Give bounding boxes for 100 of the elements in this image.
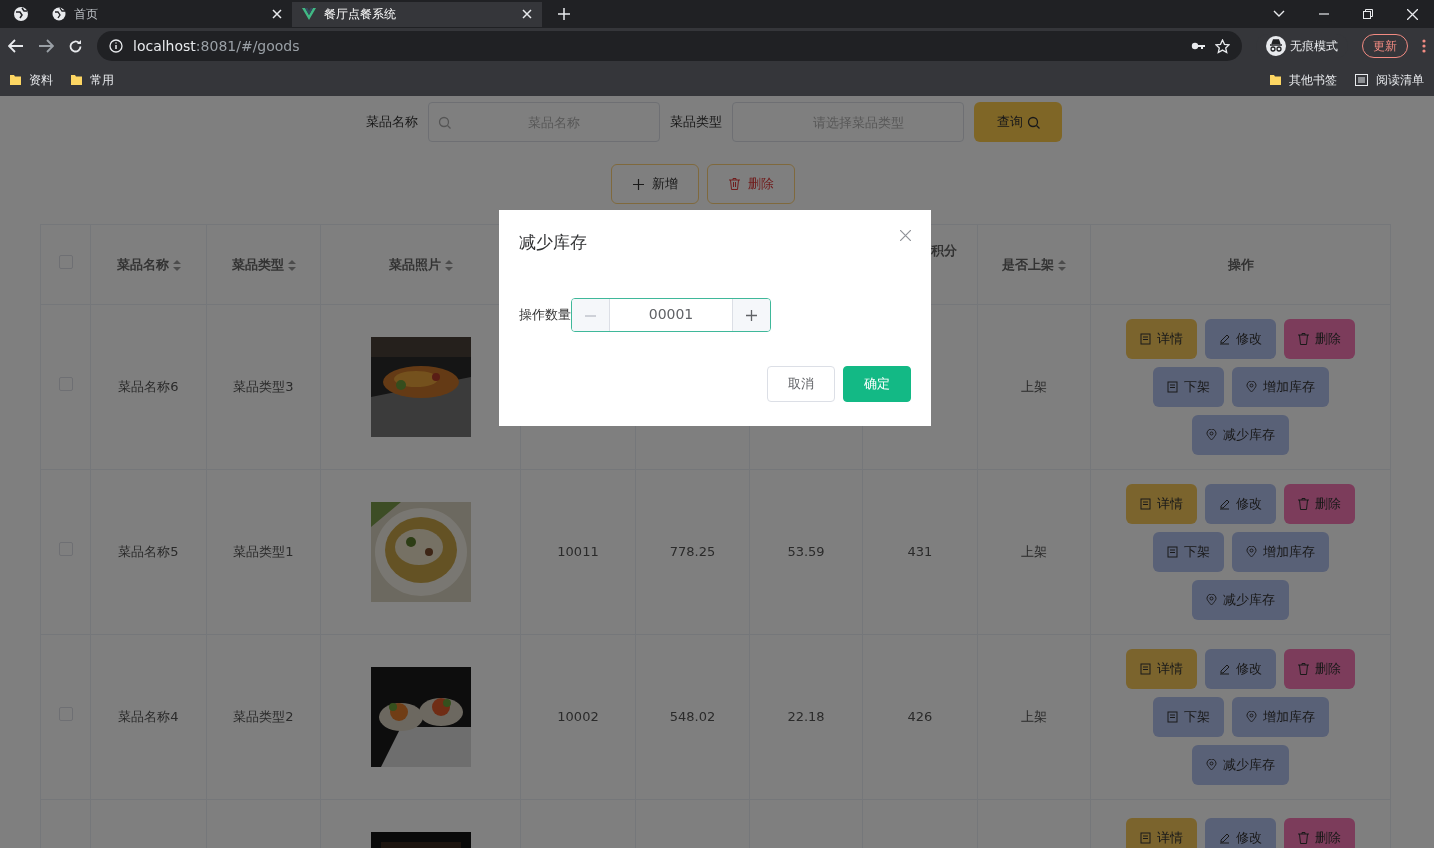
detail-button[interactable]: 详情 xyxy=(1126,319,1197,359)
document-icon xyxy=(1166,711,1178,723)
forward-icon[interactable] xyxy=(38,39,54,53)
search-icon xyxy=(438,116,451,129)
info-icon xyxy=(109,39,123,53)
table-cell: 菜品名称6 xyxy=(118,379,179,395)
table-cell: 10011 xyxy=(557,544,599,560)
pencil-icon xyxy=(1219,663,1230,675)
confirm-button[interactable]: 确定 xyxy=(843,365,911,402)
table-cell: 53.59 xyxy=(787,544,825,560)
bookmark[interactable]: 常用 xyxy=(71,71,114,89)
search-icon xyxy=(1026,115,1040,129)
pin-icon xyxy=(1206,594,1217,606)
column-header[interactable]: 菜品类型 xyxy=(231,256,284,272)
unlist-button[interactable]: 下架 xyxy=(1152,532,1224,572)
pencil-icon xyxy=(1219,333,1230,345)
globe-icon xyxy=(13,6,29,22)
more-menu-icon[interactable] xyxy=(1422,39,1426,53)
add-stock-button[interactable]: 增加库存 xyxy=(1231,697,1329,737)
update-button[interactable]: 更新 xyxy=(1362,34,1408,58)
unlist-button[interactable]: 下架 xyxy=(1152,367,1224,407)
table-cell: 菜品名称4 xyxy=(118,709,179,725)
bookmark[interactable]: 阅读清单 xyxy=(1355,71,1424,89)
pin-icon xyxy=(1245,381,1257,393)
delete-button[interactable]: 删除 xyxy=(1284,484,1355,524)
minus-icon xyxy=(585,314,596,317)
table-cell: 菜品类型1 xyxy=(233,544,294,560)
query-button[interactable]: 查询 xyxy=(974,102,1062,142)
trash-icon xyxy=(728,178,740,190)
pin-icon xyxy=(1245,711,1257,723)
pin-icon xyxy=(1206,429,1217,441)
star-icon[interactable] xyxy=(1215,38,1230,54)
column-header: 积分 xyxy=(931,243,957,258)
browser-tab[interactable]: 餐厅点餐系统 xyxy=(292,1,542,27)
delete-button[interactable]: 删除 xyxy=(1284,818,1355,848)
address-bar[interactable]: localhost:8081/#/goods xyxy=(97,31,1242,61)
field-label: 菜品类型 xyxy=(670,113,722,132)
detail-button[interactable]: 详情 xyxy=(1126,818,1197,848)
document-icon xyxy=(1166,546,1178,558)
edit-button[interactable]: 修改 xyxy=(1205,319,1276,359)
number-stepper[interactable]: 00001 xyxy=(571,297,771,332)
pin-icon xyxy=(1206,759,1217,771)
add-button[interactable]: 新增 xyxy=(611,164,699,204)
edit-button[interactable]: 修改 xyxy=(1205,484,1276,524)
key-icon[interactable] xyxy=(1191,41,1205,51)
table-cell: 10002 xyxy=(557,709,599,725)
add-stock-button[interactable]: 增加库存 xyxy=(1231,532,1329,572)
delete-button[interactable]: 删除 xyxy=(1284,649,1355,689)
column-header[interactable]: 菜品照片 xyxy=(388,256,441,272)
restore-icon[interactable] xyxy=(1363,9,1373,19)
browser-tab[interactable]: 首页 xyxy=(42,1,292,27)
delete-button[interactable]: 删除 xyxy=(1284,319,1355,359)
reduce-stock-button[interactable]: 减少库存 xyxy=(1192,580,1289,620)
document-icon xyxy=(1140,832,1151,844)
add-stock-button[interactable]: 增加库存 xyxy=(1231,367,1329,407)
bookmark[interactable]: 其他书签 xyxy=(1270,71,1337,89)
trash-icon xyxy=(1298,663,1309,675)
detail-button[interactable]: 详情 xyxy=(1126,484,1197,524)
reduce-stock-button[interactable]: 减少库存 xyxy=(1192,745,1289,785)
pencil-icon xyxy=(1219,832,1230,844)
folder-icon xyxy=(10,74,21,86)
pencil-icon xyxy=(1219,498,1230,510)
chevron-down-icon[interactable] xyxy=(1273,10,1285,18)
table-cell: 菜品类型3 xyxy=(233,379,294,395)
delete-button[interactable]: 删除 xyxy=(707,164,795,204)
plus-icon xyxy=(746,310,757,321)
reading-list-icon xyxy=(1355,74,1368,86)
folder-icon xyxy=(71,74,82,86)
reduce-stock-button[interactable]: 减少库存 xyxy=(1192,415,1289,455)
table-cell: 上架 xyxy=(1021,379,1047,395)
dialog-background: 减少库存 操作数量 00001 取消 确定 xyxy=(499,210,931,426)
table-cell: 548.02 xyxy=(669,709,716,725)
table-cell: 菜品名称5 xyxy=(118,544,179,560)
table-cell: 431 xyxy=(907,544,933,560)
trash-icon xyxy=(1298,498,1309,510)
column-header[interactable]: 菜品名称 xyxy=(116,256,169,272)
bookmark[interactable]: 资料 xyxy=(10,71,53,89)
edit-button[interactable]: 修改 xyxy=(1205,649,1276,689)
table-cell: 22.18 xyxy=(787,709,825,725)
document-icon xyxy=(1166,381,1178,393)
trash-icon xyxy=(1298,333,1309,345)
unlist-button[interactable]: 下架 xyxy=(1152,697,1224,737)
trash-icon xyxy=(1298,832,1309,844)
folder-icon xyxy=(1270,74,1281,86)
pin-icon xyxy=(1245,546,1257,558)
address-text: localhost:8081/#/goods xyxy=(133,36,300,56)
field-label: 菜品名称 xyxy=(366,113,418,132)
new-tab-icon[interactable] xyxy=(558,8,570,20)
detail-button[interactable]: 详情 xyxy=(1126,649,1197,689)
back-icon[interactable] xyxy=(8,39,24,53)
v-logo-icon xyxy=(302,8,316,20)
edit-button[interactable]: 修改 xyxy=(1205,818,1276,848)
table-cell: 上架 xyxy=(1021,709,1047,725)
table-cell: 菜品类型2 xyxy=(233,709,294,725)
column-header[interactable]: 是否上架 xyxy=(1002,256,1054,272)
column-header: 操作 xyxy=(1227,256,1254,272)
reload-icon[interactable] xyxy=(68,38,83,54)
cancel-button[interactable]: 取消 xyxy=(767,365,835,402)
dialog-title: 减少库存 xyxy=(519,231,587,254)
table-cell: 上架 xyxy=(1021,544,1047,560)
